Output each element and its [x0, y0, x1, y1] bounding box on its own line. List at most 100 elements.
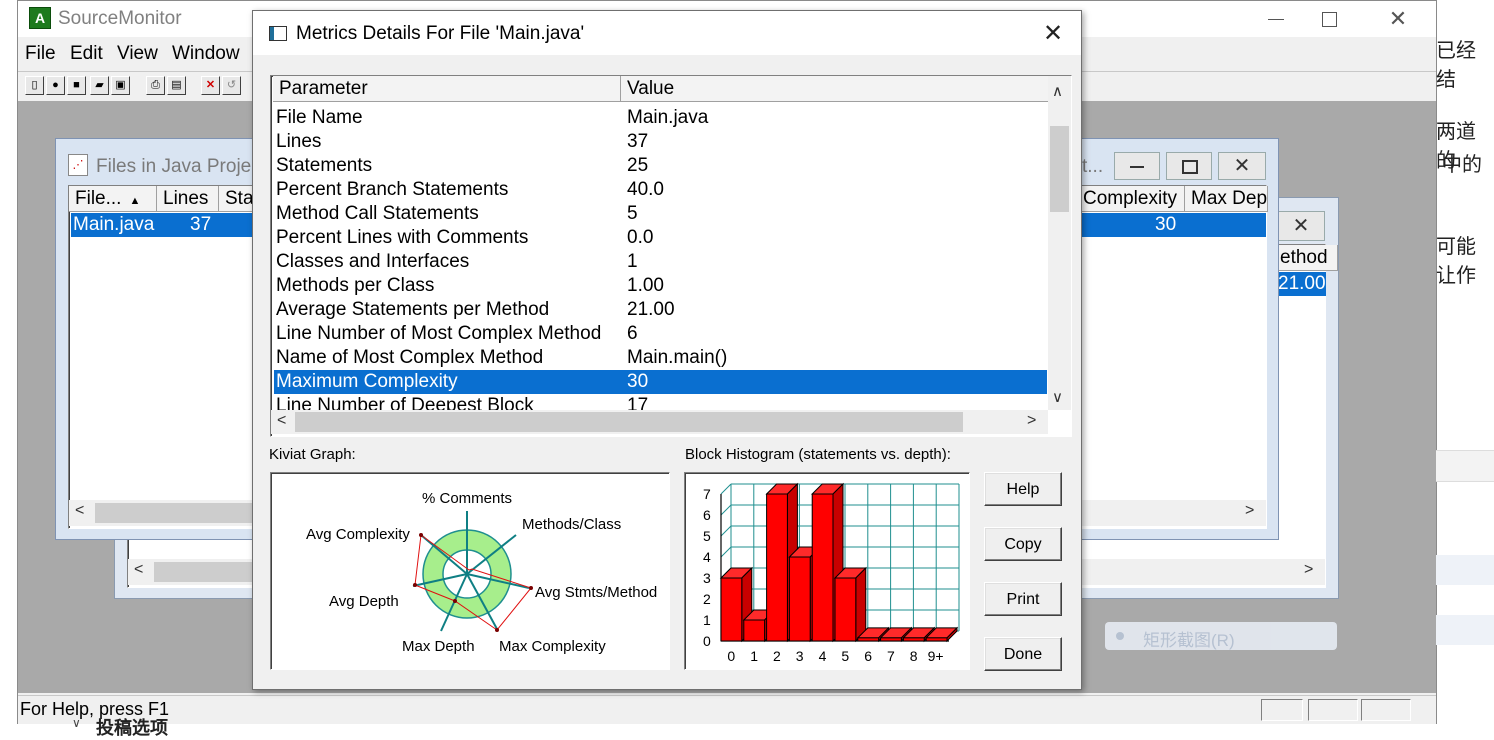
print-icon[interactable]: ⎙ — [146, 76, 165, 95]
dot-icon — [1116, 632, 1124, 640]
header-value[interactable]: Value — [621, 76, 1049, 102]
table-row[interactable]: Method Call Statements 5 — [274, 202, 1047, 226]
table-row[interactable]: Lines 37 — [274, 130, 1047, 154]
close-icon[interactable]: ✕ — [1378, 5, 1418, 33]
rear-header-method[interactable]: ethod — [1278, 245, 1338, 271]
col-complexity[interactable]: Complexity — [1081, 186, 1185, 212]
delete-icon[interactable]: ✕ — [201, 76, 220, 95]
table-row[interactable]: Name of Most Complex Method Main.main() — [274, 346, 1047, 370]
histogram-svg: 012345670 1 2 3 4 5 6 7 8 9+ — [703, 482, 960, 664]
col-lines[interactable]: Lines — [157, 186, 219, 212]
table-row[interactable]: Line Number of Most Complex Method 6 — [274, 322, 1047, 346]
new-icon[interactable]: ▯ — [25, 76, 44, 95]
metrics-scroll-right-icon[interactable]: > — [1027, 412, 1036, 430]
rear-scroll-thumb[interactable] — [154, 562, 264, 582]
undo-icon[interactable]: ↺ — [222, 76, 241, 95]
dialog-window-icon — [269, 26, 287, 41]
metrics-rows: File Name Main.java Lines 37 Statements 25 … — [271, 104, 1047, 410]
done-button[interactable]: Done — [984, 637, 1062, 671]
metrics-vscroll[interactable]: ∧ ∨ — [1048, 76, 1071, 410]
table-row[interactable]: Line Number of Deepest Block 17 — [274, 394, 1047, 410]
kiviat-axis-label: Max Complexity — [499, 638, 606, 655]
bg-panel-strip — [1436, 450, 1494, 482]
print-preview-icon[interactable]: ▤ — [167, 76, 186, 95]
histogram-bar — [766, 493, 788, 642]
app-title: SourceMonitor — [58, 8, 182, 29]
app-icon: A — [29, 7, 51, 29]
histogram-label: Block Histogram (statements vs. depth): — [685, 446, 951, 463]
histogram-bar — [743, 619, 766, 642]
scroll-down-icon[interactable]: ∨ — [1052, 388, 1063, 406]
menu-window[interactable]: Window — [172, 43, 240, 65]
menu-view[interactable]: View — [117, 43, 158, 65]
histogram-x-tick: 0 — [727, 648, 735, 664]
histogram-bar — [880, 637, 902, 642]
metrics-hscroll-thumb[interactable] — [295, 412, 963, 432]
menu-edit[interactable]: Edit — [70, 43, 103, 65]
files-window-icon: ⋰ — [68, 154, 88, 176]
menu-file[interactable]: File — [25, 43, 56, 65]
kiviat-axis-label: Methods/Class — [522, 516, 621, 533]
files-scroll-thumb[interactable] — [95, 503, 265, 523]
histogram-bar-side — [855, 566, 867, 643]
table-row-selected[interactable]: Maximum Complexity 30 — [274, 370, 1047, 394]
histogram-x-tick: 4 — [819, 648, 827, 664]
sort-up-icon: ▲ — [129, 195, 141, 207]
rear-scroll-left-icon[interactable]: < — [134, 561, 143, 579]
files-scroll-left-icon[interactable]: < — [75, 502, 84, 520]
minimize-icon[interactable] — [1256, 5, 1296, 33]
kiviat-axis-label: Avg Stmts/Method — [535, 584, 657, 601]
open-project-icon[interactable]: ● — [46, 76, 65, 95]
files-minimize-button[interactable] — [1114, 152, 1160, 180]
header-parameter[interactable]: Parameter — [273, 76, 621, 102]
histogram-y-tick: 5 — [703, 528, 711, 544]
save-icon[interactable]: ▣ — [111, 76, 130, 95]
table-row[interactable]: Percent Lines with Comments 0.0 — [274, 226, 1047, 250]
files-window-title-suffix: t... — [1082, 156, 1104, 177]
histogram-graph: 0 1 2 3 4 5 6 7 0 1 2 3 4 5 6 7 8 9+ — [684, 472, 970, 670]
copy-project-icon[interactable]: ■ — [67, 76, 86, 95]
histogram-x-tick: 6 — [864, 648, 872, 664]
kiviat-point — [495, 628, 499, 632]
help-button[interactable]: Help — [984, 472, 1062, 506]
dialog-close-icon[interactable]: ✕ — [1035, 19, 1071, 49]
bg-text-4: 可能让作 — [1436, 236, 1476, 287]
print-button[interactable]: Print — [984, 582, 1062, 616]
screenshot-tip-label: 矩形截图(R) — [1143, 631, 1235, 650]
histogram-gridline — [720, 483, 732, 495]
rear-close-button[interactable]: ✕ — [1277, 211, 1325, 241]
files-window-title: Files in Java Projec — [96, 156, 261, 177]
files-close-button[interactable]: ✕ — [1218, 152, 1266, 180]
status-bar: For Help, press F1 — [18, 695, 1436, 724]
files-maximize-button[interactable] — [1166, 152, 1212, 180]
table-row[interactable]: Statements 25 — [274, 154, 1047, 178]
histogram-x-tick: 3 — [796, 648, 804, 664]
rear-selected-cell[interactable]: 21.00 — [1278, 272, 1326, 296]
table-row[interactable]: Average Statements per Method 21.00 — [274, 298, 1047, 322]
metrics-hscroll[interactable]: < > — [271, 410, 1048, 434]
kiviat-graph: % Comments Methods/Class Avg Stmts/Metho… — [270, 472, 670, 670]
maximize-icon[interactable] — [1308, 5, 1348, 33]
table-row[interactable]: Methods per Class 1.00 — [274, 274, 1047, 298]
col-max-depth[interactable]: Max Dep — [1185, 186, 1268, 212]
metrics-scroll-left-icon[interactable]: < — [277, 412, 286, 430]
histogram-y-tick: 1 — [703, 612, 711, 628]
open-folder-icon[interactable]: ▰ — [90, 76, 109, 95]
histogram-y-tick: 0 — [703, 633, 711, 649]
kiviat-axis-label: Avg Complexity — [306, 526, 410, 543]
bg-panel-strip-3 — [1436, 615, 1494, 645]
table-row[interactable]: Percent Branch Statements 40.0 — [274, 178, 1047, 202]
col-file[interactable]: File... ▲ — [69, 186, 157, 212]
metrics-vscroll-thumb[interactable] — [1050, 126, 1069, 212]
histogram-bar — [811, 493, 834, 642]
rear-scroll-right-icon[interactable]: > — [1304, 561, 1313, 579]
status-pane-1 — [1261, 699, 1303, 721]
bg-text-1: 已经结 — [1436, 40, 1476, 91]
scroll-up-icon[interactable]: ∧ — [1052, 82, 1063, 100]
histogram-y-tick: 2 — [703, 591, 711, 607]
table-row[interactable]: File Name Main.java — [274, 106, 1047, 130]
copy-button[interactable]: Copy — [984, 527, 1062, 561]
table-row[interactable]: Classes and Interfaces 1 — [274, 250, 1047, 274]
files-scroll-right-icon[interactable]: > — [1245, 502, 1254, 520]
bg-text-3: 中的 — [1442, 154, 1482, 176]
